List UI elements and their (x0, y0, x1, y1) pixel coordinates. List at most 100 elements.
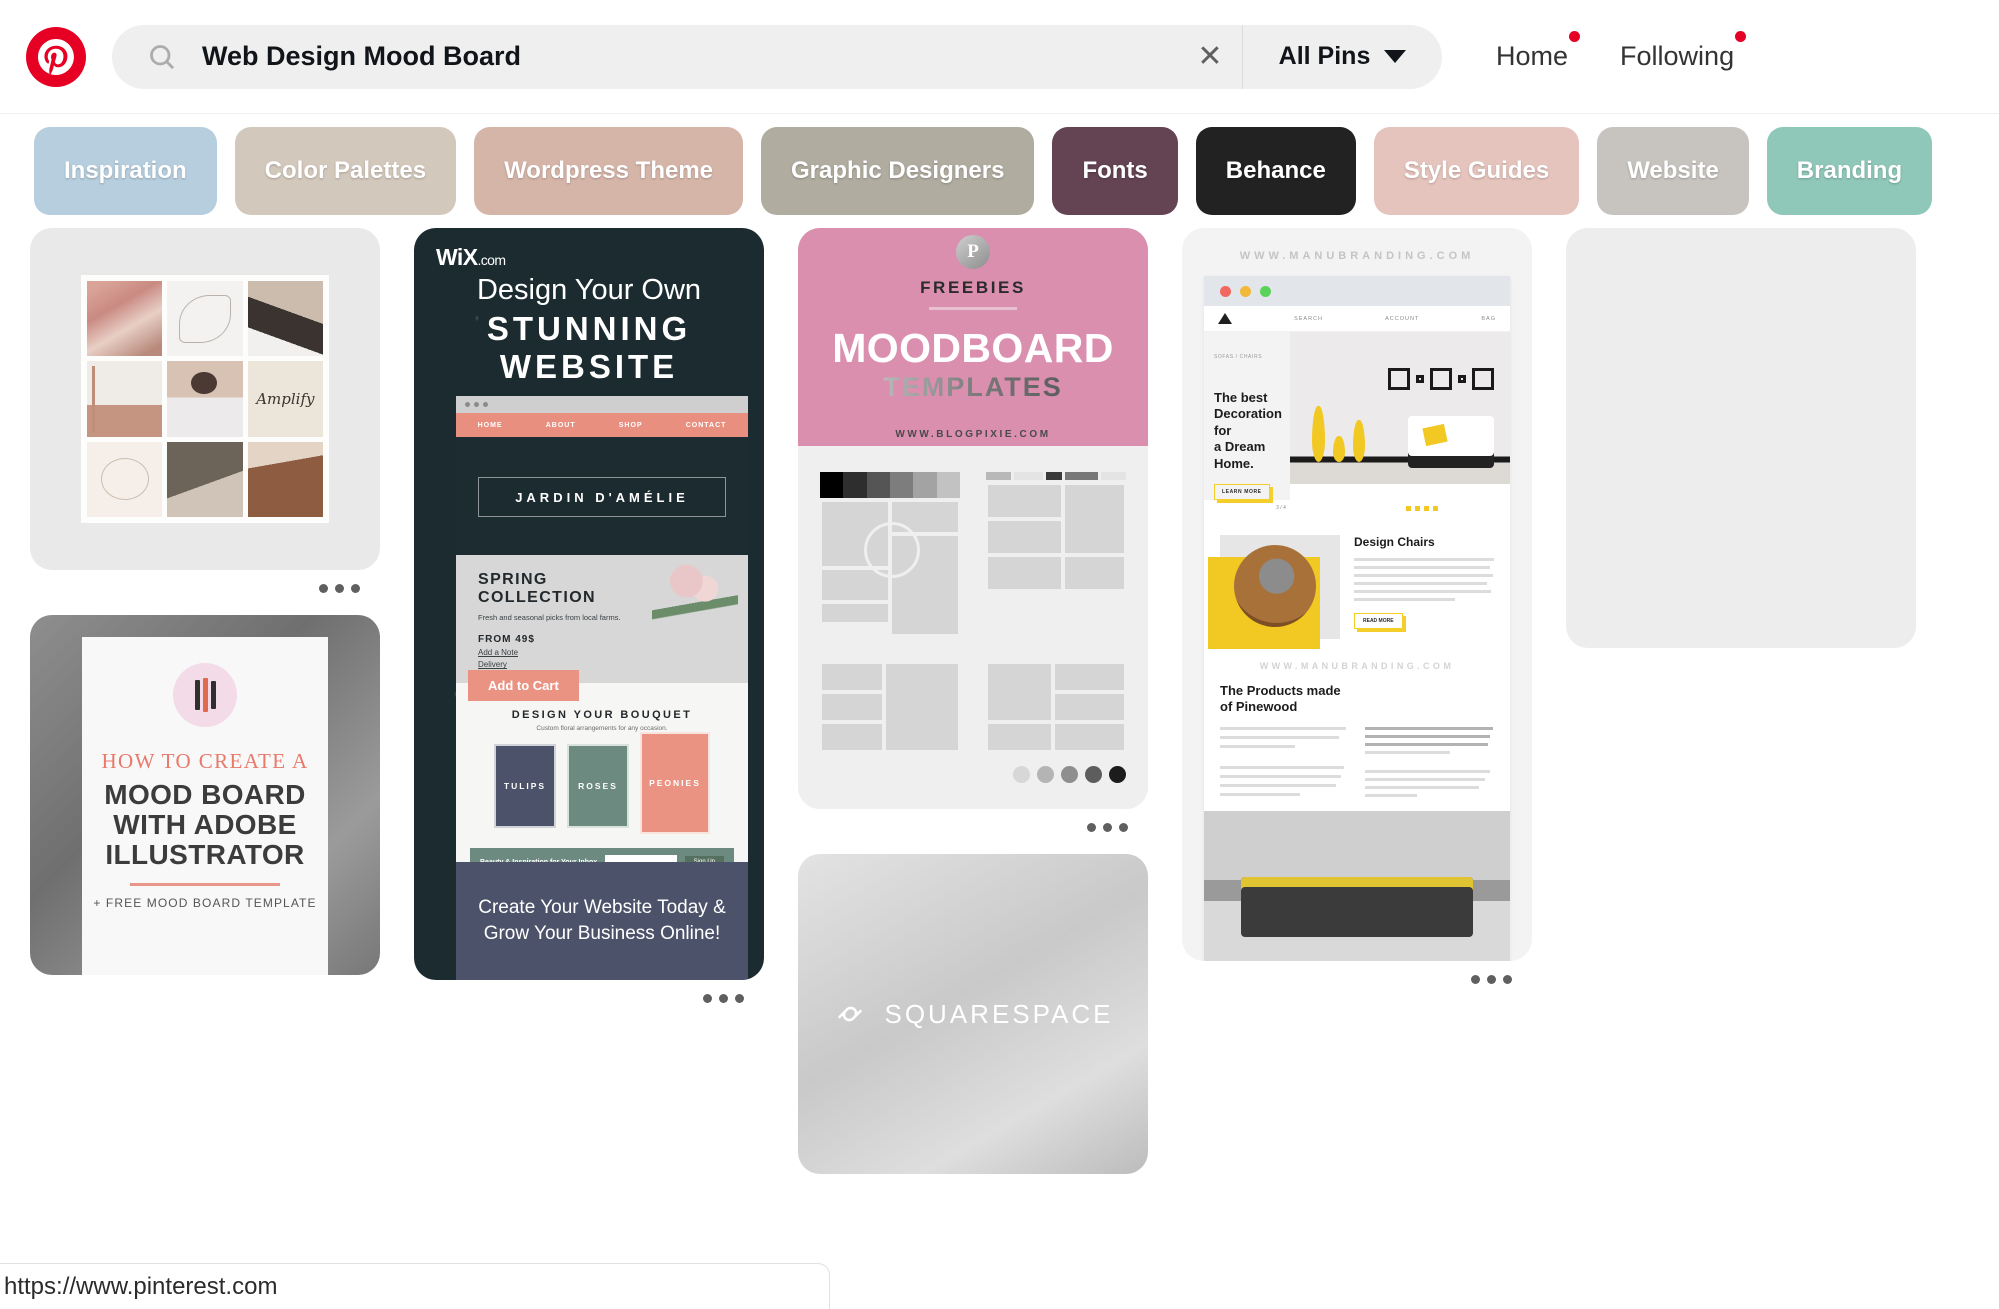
hero-title-line: Decoration for (1214, 406, 1282, 438)
top-header: ✕ All Pins Home Following (0, 0, 1999, 114)
pager-count: 3 / 4 (1276, 505, 1286, 512)
template-block (986, 555, 1063, 591)
filter-chip-branding[interactable]: Branding (1766, 127, 1933, 215)
cta-line: Create Your Website Today & (478, 896, 726, 918)
flower-card-roses[interactable]: ROSES (567, 744, 629, 829)
template-block (1063, 483, 1126, 555)
pin-mood-board-collage[interactable] (30, 228, 380, 593)
pin-eyebrow: HOW TO CREATE A (101, 749, 309, 773)
watermark-url: WWW.MANUBRANDING.COM (1239, 250, 1475, 262)
read-more-button[interactable]: READ MORE (1354, 612, 1403, 629)
pin-image[interactable]: WiX.com Design Your Own STUNNING WEBSITE… (414, 228, 764, 980)
color-swatch (843, 472, 867, 498)
pin-overflow-menu[interactable] (1182, 961, 1532, 985)
pin-image[interactable]: WWW.MANUBRANDING.COM SEARCH ACCOUNT BAG … (1182, 228, 1532, 962)
section-title: Design Chairs (1354, 534, 1435, 549)
template-block (820, 692, 884, 722)
chair-image (1208, 534, 1340, 649)
pin-overflow-menu[interactable] (414, 980, 764, 1003)
pin-eyebrow: FREEBIES (920, 277, 1026, 297)
template-block (820, 602, 890, 624)
add-to-cart-button[interactable]: Add to Cart (468, 670, 579, 702)
pin-image[interactable] (1566, 228, 1916, 648)
pin-title-line: ILLUSTRATOR (105, 839, 305, 871)
color-dot (1109, 766, 1126, 783)
template-thumb (820, 472, 960, 636)
pin-image[interactable]: HOW TO CREATE A MOOD BOARD WITH ADOBE IL… (30, 615, 380, 975)
body-column (1220, 727, 1349, 797)
pin-image[interactable] (30, 228, 380, 570)
flower-card-peonies[interactable]: PEONIES (640, 732, 710, 835)
pin-image[interactable]: P FREEBIES MOODBOARD TEMPLATES WWW.BLOGP… (798, 228, 1148, 809)
section-title-line: The Products made (1220, 682, 1341, 698)
filter-chip-style-guides[interactable]: Style Guides (1373, 127, 1580, 215)
squarespace-logo-icon (838, 1006, 863, 1022)
pin-squarespace[interactable]: SQUARESPACE (798, 854, 1148, 1174)
chevron-down-icon (1384, 50, 1407, 63)
flower-card-tulips[interactable]: TULIPS (494, 744, 556, 829)
filter-chip-color-palettes[interactable]: Color Palettes (234, 127, 457, 215)
mockup-nav: HOME ABOUT SHOP CONTACT (456, 413, 748, 437)
color-dot (1013, 766, 1030, 783)
pinterest-logo-icon[interactable] (26, 26, 86, 87)
blogpixie-logo-icon: P (956, 234, 990, 269)
browser-chrome (456, 396, 748, 413)
pin-moodboard-templates[interactable]: P FREEBIES MOODBOARD TEMPLATES WWW.BLOGP… (798, 228, 1148, 832)
filter-chip-graphic-designers[interactable]: Graphic Designers (761, 127, 1035, 215)
mockup-nav-item[interactable]: HOME (478, 422, 503, 429)
browser-chrome (1204, 276, 1510, 306)
filter-chip-wordpress-theme[interactable]: Wordpress Theme (474, 127, 744, 215)
nav-search-label[interactable]: SEARCH (1294, 316, 1323, 322)
template-block (820, 662, 884, 692)
pin-overflow-menu[interactable] (798, 809, 1148, 832)
pin-manubranding-website[interactable]: WWW.MANUBRANDING.COM SEARCH ACCOUNT BAG … (1182, 228, 1532, 985)
filter-chip-website[interactable]: Website (1597, 127, 1749, 215)
color-swatch-strip (820, 472, 960, 498)
pin-subtitle: TEMPLATES (883, 371, 1063, 402)
mockup-nav-item[interactable]: SHOP (619, 422, 643, 429)
clear-search-button[interactable]: ✕ (1186, 33, 1234, 81)
product-link-delivery[interactable]: Delivery (478, 660, 726, 669)
pin-overflow-menu[interactable] (30, 570, 380, 593)
nav-link-home[interactable]: Home (1470, 31, 1594, 72)
header-nav: Home Following (1470, 31, 1760, 72)
search-input[interactable] (176, 41, 1186, 72)
pin-results-grid: HOW TO CREATE A MOOD BOARD WITH ADOBE IL… (0, 228, 1999, 1309)
site-nav: SEARCH ACCOUNT BAG (1204, 306, 1510, 332)
section-title-line: of Pinewood (1220, 698, 1298, 714)
hero-section: SOFAS / CHAIRS The best Decoration for a… (1204, 332, 1510, 500)
nav-link-following-label: Following (1620, 41, 1735, 71)
pin-title-line: MOOD BOARD (104, 779, 306, 810)
filter-chips-bar: Inspiration Color Palettes Wordpress Theme… (0, 114, 1999, 228)
mockup-design-block: DESIGN YOUR BOUQUET Custom floral arrang… (456, 683, 748, 862)
collage-cell (87, 441, 163, 517)
pager-dots[interactable] (1405, 505, 1438, 511)
pin-wix-stunning-website[interactable]: WiX.com Design Your Own STUNNING WEBSITE… (414, 228, 764, 1003)
nav-bag-label[interactable]: BAG (1481, 316, 1496, 322)
search-bar[interactable]: ✕ All Pins (112, 24, 1442, 89)
hero-image (1290, 332, 1510, 484)
template-block (986, 662, 1053, 722)
notification-dot-icon (1569, 31, 1581, 42)
pin-adobe-illustrator-tutorial[interactable]: HOW TO CREATE A MOOD BOARD WITH ADOBE IL… (30, 615, 380, 975)
nav-account-label[interactable]: ACCOUNT (1385, 316, 1419, 322)
all-pins-dropdown[interactable]: All Pins (1242, 24, 1442, 89)
hero-title-line: a Dream Home. (1214, 439, 1266, 471)
breadcrumb: SOFAS / CHAIRS (1214, 354, 1263, 360)
filter-chip-inspiration[interactable]: Inspiration (34, 127, 217, 215)
filter-chip-behance[interactable]: Behance (1195, 127, 1356, 215)
pin-image[interactable]: SQUARESPACE (798, 854, 1148, 1174)
color-dot (1061, 766, 1078, 783)
learn-more-button[interactable]: LEARN MORE (1214, 483, 1270, 500)
body-columns (1220, 727, 1494, 798)
collage-cell (167, 441, 243, 517)
filter-chip-fonts[interactable]: Fonts (1052, 127, 1178, 215)
nav-link-following[interactable]: Following (1594, 31, 1760, 72)
wix-logo-suffix: .com (477, 252, 506, 268)
pin-partial[interactable] (1566, 228, 1916, 648)
status-url: https://www.pinterest.com (4, 1272, 278, 1300)
mockup-nav-item[interactable]: ABOUT (546, 422, 576, 429)
mockup-nav-item[interactable]: CONTACT (686, 422, 727, 429)
brand-mark-icon (1218, 313, 1232, 324)
template-block (883, 662, 960, 752)
